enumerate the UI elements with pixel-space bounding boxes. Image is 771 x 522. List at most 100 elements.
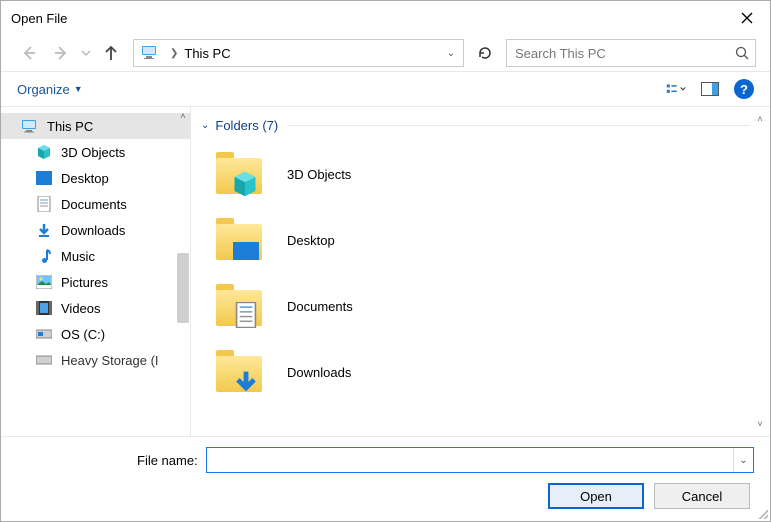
group-label: Folders (7)	[215, 118, 278, 133]
cube-icon	[231, 170, 259, 198]
filename-row: File name: ⌄	[17, 447, 754, 473]
close-button[interactable]	[724, 2, 770, 34]
folder-downloads[interactable]: Downloads	[211, 339, 770, 405]
caret-down-icon: ▼	[74, 84, 83, 94]
view-options-icon	[666, 81, 686, 97]
sidebar-item-documents[interactable]: Documents	[1, 191, 190, 217]
body-area: ˄ This PC 3D Objects Desktop	[1, 107, 770, 436]
address-location: This PC	[184, 46, 230, 61]
sidebar-scroll-up[interactable]: ˄	[176, 107, 190, 125]
sidebar-item-drive-c[interactable]: OS (C:)	[1, 321, 190, 347]
open-button[interactable]: Open	[548, 483, 644, 509]
sidebar-item-videos[interactable]: Videos	[1, 295, 190, 321]
titlebar: Open File	[1, 1, 770, 35]
filename-input[interactable]	[207, 448, 733, 472]
drive-icon	[35, 325, 53, 343]
sidebar-item-label: Music	[61, 249, 95, 264]
up-button[interactable]	[97, 39, 125, 67]
sidebar-item-label: Documents	[61, 197, 127, 212]
cancel-button[interactable]: Cancel	[654, 483, 750, 509]
folder-icon	[211, 146, 267, 202]
download-icon	[35, 221, 53, 239]
back-button[interactable]	[15, 39, 43, 67]
chevron-down-icon	[81, 48, 91, 58]
group-header-folders[interactable]: ⌄ Folders (7)	[191, 107, 770, 137]
sidebar-item-label: Downloads	[61, 223, 125, 238]
sidebar-item-label: This PC	[47, 119, 93, 134]
search-icon	[735, 46, 749, 60]
pc-icon	[140, 44, 160, 63]
address-bar[interactable]: ❯ This PC ⌄	[133, 39, 464, 67]
navigation-tree[interactable]: ˄ This PC 3D Objects Desktop	[1, 107, 191, 436]
help-icon: ?	[740, 82, 748, 97]
folder-label: Downloads	[287, 365, 351, 380]
sidebar-item-label: Desktop	[61, 171, 109, 186]
forward-button[interactable]	[47, 39, 75, 67]
cube-icon	[35, 143, 53, 161]
bottom-bar: File name: ⌄ Open Cancel	[1, 436, 770, 521]
address-dropdown[interactable]: ⌄	[441, 48, 461, 59]
search-input[interactable]	[513, 45, 735, 62]
filename-label: File name:	[137, 453, 198, 468]
download-icon	[233, 370, 259, 396]
refresh-icon	[477, 45, 493, 61]
folder-icon	[211, 344, 267, 400]
folder-3d-objects[interactable]: 3D Objects	[211, 141, 770, 207]
folder-label: Desktop	[287, 233, 335, 248]
folder-icon	[211, 278, 267, 334]
help-button[interactable]: ?	[734, 79, 754, 99]
chevron-right-icon: ❯	[170, 48, 178, 59]
toolbar: Organize ▼ ?	[1, 71, 770, 107]
organize-menu[interactable]: Organize ▼	[17, 82, 83, 97]
divider	[288, 125, 750, 126]
sidebar-item-this-pc[interactable]: This PC	[1, 113, 190, 139]
document-icon	[35, 195, 53, 213]
sidebar-item-label: OS (C:)	[61, 327, 105, 342]
folder-documents[interactable]: Documents	[211, 273, 770, 339]
main-scroll-up[interactable]: ˄	[752, 111, 768, 127]
sidebar-item-label: Heavy Storage (I	[61, 353, 159, 368]
open-file-dialog: Open File	[0, 0, 771, 522]
music-icon	[35, 247, 53, 265]
folder-desktop[interactable]: Desktop	[211, 207, 770, 273]
sidebar-item-label: Pictures	[61, 275, 108, 290]
close-icon	[741, 12, 753, 24]
sidebar-item-drive-heavy-storage[interactable]: Heavy Storage (I	[1, 347, 190, 373]
cancel-button-label: Cancel	[682, 489, 722, 504]
folder-list: 3D Objects Desktop Documents	[191, 137, 770, 436]
resize-grip[interactable]	[756, 507, 768, 519]
open-button-label: Open	[580, 489, 612, 504]
video-icon	[35, 299, 53, 317]
window-title: Open File	[11, 11, 67, 26]
drive-icon	[35, 351, 53, 369]
sidebar-item-3d-objects[interactable]: 3D Objects	[1, 139, 190, 165]
filename-dropdown[interactable]: ⌄	[733, 448, 753, 472]
pc-icon	[21, 117, 39, 135]
sidebar-item-downloads[interactable]: Downloads	[1, 217, 190, 243]
sidebar-scroll-thumb[interactable]	[177, 253, 189, 323]
preview-pane-button[interactable]	[700, 79, 720, 99]
chevron-down-icon: ⌄	[201, 120, 209, 131]
picture-icon	[35, 273, 53, 291]
main-scroll-down[interactable]: ˅	[752, 416, 768, 432]
arrow-up-icon	[102, 44, 120, 62]
folder-icon	[211, 212, 267, 268]
view-options-button[interactable]	[666, 79, 686, 99]
organize-label: Organize	[17, 82, 70, 97]
sidebar-item-desktop[interactable]: Desktop	[1, 165, 190, 191]
folder-label: 3D Objects	[287, 167, 351, 182]
filename-combo[interactable]: ⌄	[206, 447, 754, 473]
sidebar-item-pictures[interactable]: Pictures	[1, 269, 190, 295]
search-box[interactable]	[506, 39, 756, 67]
arrow-right-icon	[52, 44, 70, 62]
recent-locations-button[interactable]	[79, 39, 93, 67]
sidebar-item-label: Videos	[61, 301, 101, 316]
desktop-icon	[233, 242, 259, 260]
arrow-left-icon	[20, 44, 38, 62]
sidebar-item-music[interactable]: Music	[1, 243, 190, 269]
refresh-button[interactable]	[472, 40, 498, 66]
folder-view[interactable]: ˄ ˅ ⌄ Folders (7) 3D Objects	[191, 107, 770, 436]
preview-pane-icon	[701, 82, 719, 96]
button-row: Open Cancel	[17, 483, 754, 509]
sidebar-item-label: 3D Objects	[61, 145, 125, 160]
